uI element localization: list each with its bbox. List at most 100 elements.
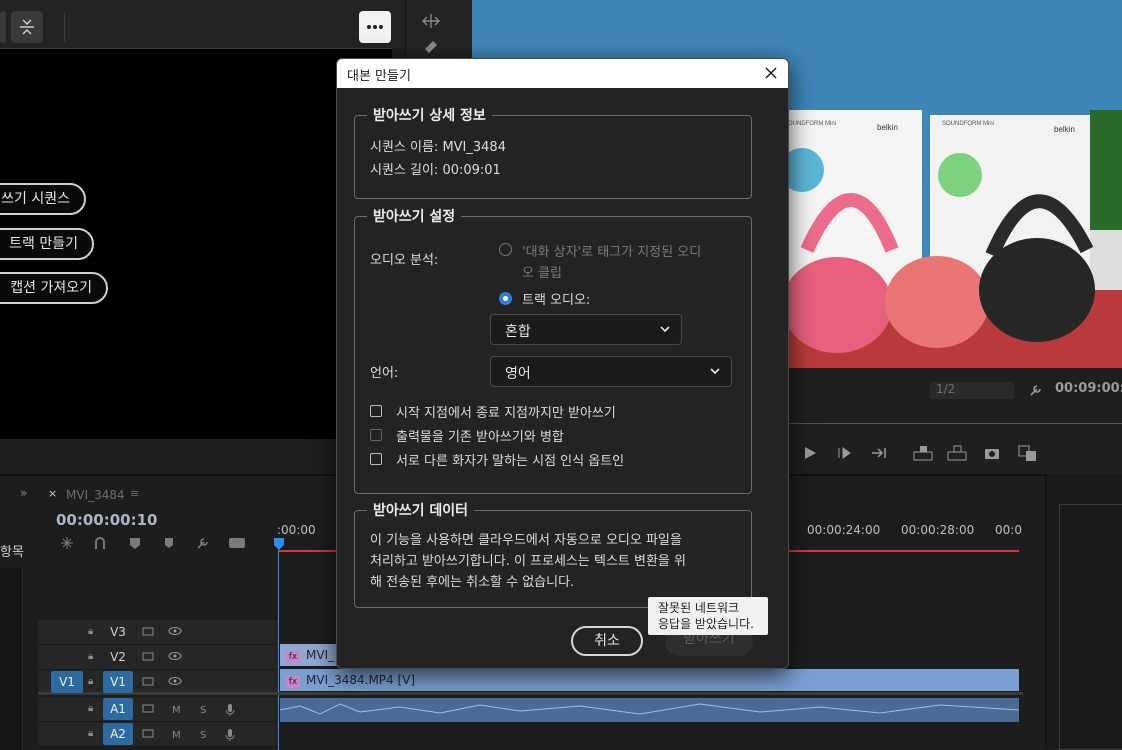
eye-icon[interactable] (168, 651, 182, 661)
brand-text: belkin (877, 123, 898, 132)
meters-frame (1059, 504, 1122, 750)
camera-icon[interactable] (984, 446, 1000, 460)
sync-lock-icon[interactable] (142, 676, 156, 686)
more-options-button[interactable] (359, 11, 391, 43)
sync-lock-icon[interactable] (142, 651, 156, 661)
clip-v2-label: MVI_ (306, 648, 335, 662)
tooltip-line-2: 응답을 받았습니다. (658, 617, 754, 631)
sequence-button[interactable]: 쓰기 시퀀스 (0, 183, 86, 215)
lift-edit-icon[interactable] (912, 444, 934, 462)
data-line-1: 이 기능을 사용하면 클라우드에서 자동으로 오디오 파일을 (370, 533, 682, 548)
lock-icon[interactable]: 🔒︎ (88, 651, 93, 662)
panel-menu-icon[interactable]: » (20, 486, 27, 500)
go-to-out-icon[interactable] (870, 446, 888, 460)
eye-icon[interactable] (168, 676, 182, 686)
checkbox-merge[interactable] (370, 429, 382, 441)
dialog-titlebar: 대본 만들기 (337, 59, 788, 88)
razor-icon[interactable] (422, 38, 440, 56)
tab-close-icon[interactable]: × (48, 487, 57, 500)
track-label-v1[interactable]: V1 (103, 671, 133, 693)
ruler-label: :00:00 (277, 523, 316, 537)
add-marker-icon[interactable] (128, 536, 142, 550)
timeline-settings-icon[interactable] (196, 536, 210, 550)
play-icon[interactable] (802, 446, 818, 460)
program-scrubber[interactable] (788, 413, 1122, 424)
lock-icon[interactable]: 🔒︎ (88, 703, 93, 714)
lock-icon[interactable]: 🔒︎ (88, 728, 93, 739)
import-captions-button[interactable]: 캡션 가져오기 (0, 272, 108, 304)
chevron-down-icon (660, 326, 670, 333)
track-header-v3 (38, 620, 278, 645)
clip-v1[interactable]: fx MVI_3484.MP4 [V] (280, 669, 1019, 691)
playhead-icon[interactable] (272, 536, 286, 552)
fx-badge: fx (286, 676, 300, 688)
checkbox-in-out[interactable] (370, 405, 382, 417)
toolbar-button[interactable] (0, 11, 6, 43)
snap-icon[interactable] (60, 536, 74, 550)
track-label-v3[interactable]: V3 (103, 621, 133, 643)
track-select-icon[interactable] (420, 10, 442, 32)
mute-button[interactable]: M (172, 705, 181, 716)
source-patch-v1[interactable]: V1 (51, 671, 83, 693)
lock-icon[interactable]: 🔒︎ (88, 676, 93, 687)
track-label-a2[interactable]: A2 (103, 723, 133, 745)
solo-button[interactable]: S (200, 705, 206, 716)
sync-lock-icon[interactable] (142, 703, 156, 713)
dialog-title: 대본 만들기 (347, 69, 411, 84)
source-monitor-toolbar (0, 0, 405, 48)
playhead-line (278, 550, 279, 750)
radio-dialogue-clips[interactable] (499, 243, 512, 256)
extract-edit-icon[interactable] (946, 444, 968, 462)
cancel-button[interactable]: 취소 (571, 626, 643, 656)
audio-meters-panel (1045, 474, 1122, 750)
compare-view-icon[interactable] (1017, 444, 1039, 462)
linked-selection-icon[interactable] (93, 536, 107, 550)
details-group: 받아쓰기 상세 정보 시퀀스 이름: MVI_3484 시퀀스 길이: 00:0… (354, 105, 752, 199)
brand-text-2: belkin (1054, 125, 1075, 134)
zoom-select[interactable]: 1/2 (930, 382, 1014, 399)
track-header-a1 (38, 697, 278, 722)
sync-lock-icon[interactable] (142, 728, 156, 738)
checkbox-speaker-label: 서로 다른 화자가 말하는 시점 인식 옵트인 (396, 454, 625, 469)
solo-button[interactable]: S (200, 730, 206, 741)
track-label-v2[interactable]: V2 (103, 646, 133, 668)
sync-lock-icon[interactable] (142, 626, 156, 636)
data-line-3: 해 전송된 후에는 취소할 수 없습니다. (370, 575, 575, 590)
project-items-label: 항목 (0, 545, 24, 560)
close-icon[interactable] (760, 62, 782, 84)
tooltip-line-1: 잘못된 네트워크 (658, 601, 740, 615)
radio-dialogue-label-2: 오 클립 (522, 266, 563, 281)
captions-icon[interactable] (228, 536, 246, 550)
chevron-down-icon (710, 368, 720, 375)
radio-track-audio[interactable] (499, 292, 512, 305)
data-line-2: 처리하고 받아쓰기합니다. 이 프로세스는 텍스트 변환을 위 (370, 554, 686, 569)
audio-analysis-label: 오디오 분석: (370, 253, 439, 268)
track-label-a1[interactable]: A1 (103, 698, 133, 720)
wrench-icon[interactable] (1028, 382, 1044, 398)
microphone-icon[interactable] (225, 703, 235, 717)
audio-clip-a1[interactable] (280, 698, 1019, 722)
language-label: 언어: (370, 366, 399, 381)
fx-badge: fx (286, 651, 300, 663)
timeline-timecode[interactable]: 00:00:00:10 (56, 511, 158, 529)
source-monitor-viewer: 쓰기 시퀀스 트랙 만들기 캡션 가져오기 (0, 48, 392, 439)
lock-icon[interactable]: 🔒︎ (88, 626, 93, 637)
sequence-tab[interactable]: MVI_3484 (66, 488, 125, 502)
language-select[interactable]: 영어 (490, 356, 732, 387)
step-forward-icon[interactable] (837, 446, 853, 460)
lift-button[interactable] (11, 11, 43, 43)
eye-icon[interactable] (168, 626, 182, 636)
details-legend: 받아쓰기 상세 정보 (367, 105, 492, 125)
microphone-icon[interactable] (225, 728, 235, 742)
av-divider (38, 692, 1023, 695)
marker-icon[interactable] (163, 536, 175, 550)
create-track-button[interactable]: 트랙 만들기 (0, 228, 94, 260)
more-icon (367, 25, 383, 29)
mix-select[interactable]: 혼합 (490, 314, 682, 345)
clip-v2[interactable]: fx MVI_ (280, 644, 340, 666)
sequence-length: 시퀀스 길이: 00:09:01 (370, 163, 501, 178)
tab-menu-icon[interactable]: ≡ (130, 487, 139, 500)
data-legend: 받아쓰기 데이터 (367, 500, 475, 520)
checkbox-speaker[interactable] (370, 453, 382, 465)
mute-button[interactable]: M (172, 730, 181, 741)
